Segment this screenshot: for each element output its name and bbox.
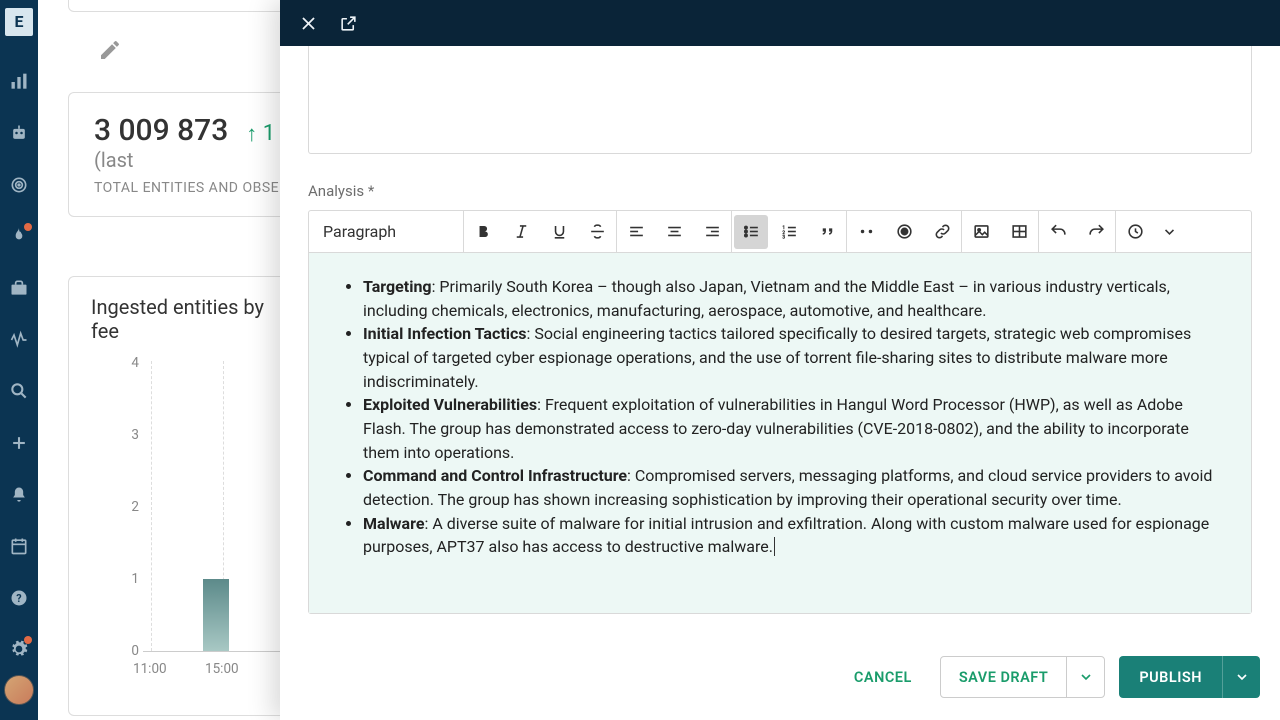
stat-trend: ↑ 1 [246, 121, 275, 146]
chart-y-tick: 4 [119, 355, 139, 371]
save-draft-button[interactable]: SAVE DRAFT [940, 656, 1106, 698]
chart-y-tick: 3 [119, 427, 139, 443]
plus-icon[interactable] [0, 423, 38, 463]
image-button[interactable] [962, 211, 1000, 253]
editor-toolbar: Paragraph 123 [309, 211, 1251, 253]
search-icon[interactable] [0, 371, 38, 411]
redo-button[interactable] [1077, 211, 1115, 253]
align-left-button[interactable] [617, 211, 655, 253]
svg-text:?: ? [16, 592, 21, 605]
bullet-list-button[interactable] [734, 215, 768, 249]
editor-content[interactable]: Targeting: Primarily South Korea – thoug… [309, 253, 1251, 613]
bell-icon[interactable] [0, 475, 38, 515]
field-label: Analysis * [308, 182, 1252, 200]
avatar[interactable] [4, 675, 34, 705]
strikethrough-button[interactable] [578, 211, 616, 253]
briefcase-icon[interactable] [0, 268, 38, 308]
paragraph-select[interactable]: Paragraph [309, 222, 463, 241]
editor-container: Paragraph 123 [308, 210, 1252, 614]
quote-button[interactable] [808, 211, 846, 253]
link-button[interactable] [923, 211, 961, 253]
edit-icon[interactable] [98, 38, 122, 66]
numbered-list-button[interactable]: 123 [770, 211, 808, 253]
fire-icon[interactable] [0, 217, 38, 257]
list-item: Initial Infection Tactics: Social engine… [363, 322, 1221, 393]
gear-icon[interactable] [0, 630, 38, 670]
chart-bar [203, 579, 229, 651]
paragraph-select-label: Paragraph [323, 222, 396, 241]
stat-paren: (last [94, 148, 133, 172]
chart-y-tick: 1 [119, 571, 139, 587]
list-item: Exploited Vulnerabilities: Frequent expl… [363, 393, 1221, 464]
app-logo[interactable]: E [5, 8, 33, 36]
chart-title: Ingested entities by fee [91, 295, 295, 343]
publish-dropdown[interactable] [1222, 656, 1260, 698]
italic-button[interactable] [502, 211, 540, 253]
history-button[interactable] [1116, 211, 1154, 253]
publish-label: PUBLISH [1119, 656, 1222, 698]
chart-body: 4 3 2 1 0 11:00 15:00 [91, 361, 301, 681]
table-button[interactable] [1000, 211, 1038, 253]
open-external-icon[interactable] [334, 9, 362, 37]
bold-button[interactable] [464, 211, 502, 253]
editor-modal: Analysis * Paragraph [280, 0, 1280, 720]
save-draft-dropdown[interactable] [1066, 657, 1104, 697]
underline-button[interactable] [540, 211, 578, 253]
cancel-button[interactable]: CANCEL [840, 656, 926, 698]
stat-label: TOTAL ENTITIES AND OBSER [94, 180, 292, 196]
chart-x-tick: 11:00 [133, 661, 167, 677]
list-item: Targeting: Primarily South Korea – thoug… [363, 275, 1221, 322]
list-item: Malware: A diverse suite of malware for … [363, 512, 1221, 559]
modal-footer: CANCEL SAVE DRAFT PUBLISH [280, 634, 1280, 720]
chart-x-tick: 15:00 [205, 661, 239, 677]
undo-button[interactable] [1039, 211, 1077, 253]
help-icon[interactable]: ? [0, 578, 38, 618]
chart-gridline [151, 361, 152, 651]
history-dropdown[interactable] [1154, 211, 1184, 253]
robot-icon[interactable] [0, 113, 38, 153]
modal-content: Analysis * Paragraph [280, 46, 1280, 634]
close-icon[interactable] [294, 9, 322, 37]
save-draft-label: SAVE DRAFT [941, 657, 1067, 697]
more-button[interactable] [847, 211, 885, 253]
notification-badge [24, 223, 32, 231]
svg-text:3: 3 [782, 235, 785, 241]
chart-y-tick: 2 [119, 499, 139, 515]
stat-number: 3 009 873 [94, 113, 228, 148]
modal-header [280, 0, 1280, 46]
align-center-button[interactable] [655, 211, 693, 253]
blank-field[interactable] [308, 46, 1252, 154]
target-icon[interactable] [0, 165, 38, 205]
dashboard-icon[interactable] [0, 62, 38, 102]
chart-y-tick: 0 [119, 643, 139, 659]
notification-badge [24, 636, 32, 644]
app-sidebar: E ? [0, 0, 38, 720]
pulse-icon[interactable] [0, 320, 38, 360]
list-item: Command and Control Infrastructure: Comp… [363, 464, 1221, 511]
record-button[interactable] [885, 211, 923, 253]
calendar-icon[interactable] [0, 526, 38, 566]
publish-button[interactable]: PUBLISH [1119, 656, 1260, 698]
align-right-button[interactable] [693, 211, 731, 253]
